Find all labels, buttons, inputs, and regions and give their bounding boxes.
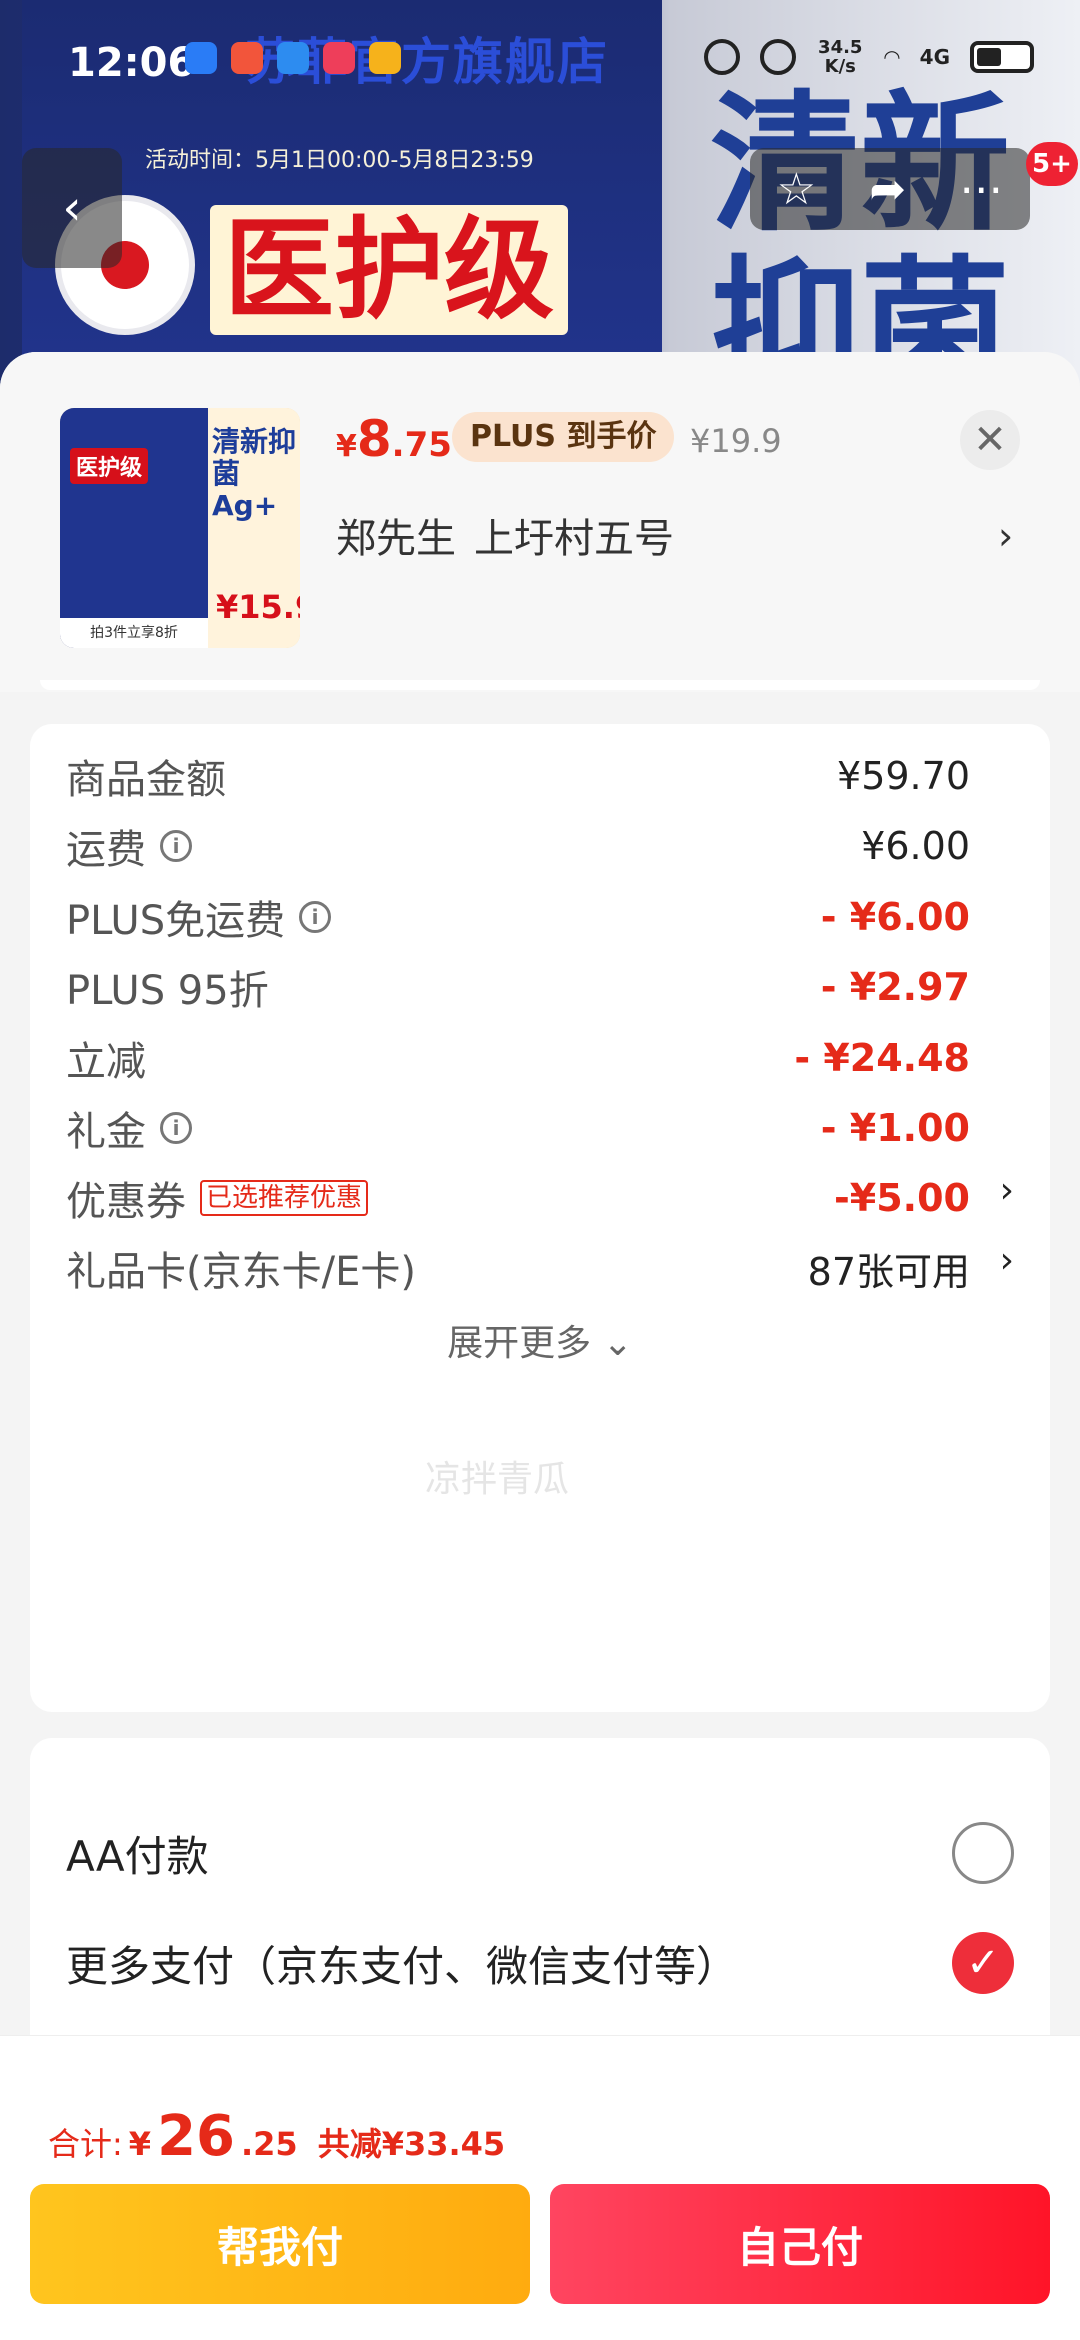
chevron-right-icon[interactable]: › (998, 514, 1013, 558)
summary-row[interactable]: 礼金 i - ¥1.00 (66, 1098, 970, 1158)
price-summary-card: 商品金额 ¥59.70 运费 i ¥6.00 PLUS免运费 i - ¥6.00 PLUS 95… (30, 724, 1050, 1712)
banner-slogan: 医护级 (210, 205, 568, 335)
app-notification-icon (369, 42, 401, 74)
alarm-icon (760, 39, 797, 75)
summary-row[interactable]: PLUS免运费 i - ¥6.00 (66, 887, 970, 947)
summary-row-label: 礼金 (66, 1109, 146, 1155)
summary-row: PLUS 95折 - ¥2.97 (66, 957, 970, 1017)
summary-row-label: 运费 (66, 827, 146, 874)
total-int: 26 (157, 2104, 235, 2169)
message-badge: 5+ (1026, 142, 1078, 186)
watermark-text: 凉拌青瓜 (425, 1459, 570, 1500)
thumb-price: ¥15.9 (216, 588, 300, 626)
wifi-icon: ◠ (884, 45, 900, 69)
eye-icon (704, 39, 741, 75)
summary-row-value: - ¥1.00 (820, 1106, 970, 1150)
app-notification-icon (231, 42, 263, 74)
total-currency: ¥ (128, 2125, 152, 2163)
summary-row-label: 商品金额 (66, 757, 226, 803)
battery-icon (970, 41, 1034, 73)
summary-row-value: - ¥6.00 (820, 894, 970, 939)
net-speed: 34.5 K/s (818, 37, 863, 77)
summary-row: 立减 - ¥24.48 (66, 1028, 970, 1088)
plus-price: ¥8.75 (336, 410, 452, 468)
close-icon: ✕ (973, 417, 1007, 463)
chevron-down-icon: ⌄ (602, 1323, 633, 1364)
summary-row-value: - ¥24.48 (794, 1035, 970, 1080)
order-total: 合计: ¥26.25 共减¥33.45 (48, 2104, 505, 2169)
more-payment-option[interactable]: 更多支付（京东支付、微信支付等） ✓ (66, 1928, 1014, 1998)
share-icon[interactable]: ➦ (869, 164, 906, 215)
chevron-left-icon: ‹ (62, 180, 82, 236)
app-notification-icon (323, 42, 355, 74)
product-header: 医护级 清新抑菌Ag+ ¥15.9 拍3件立享8折 ¥8.75 PLUS 到手价… (0, 352, 1080, 692)
more-payment-label: 更多支付（京东支付、微信支付等） (66, 1941, 739, 1991)
info-icon[interactable]: i (299, 900, 332, 933)
giftcard-label: 礼品卡(京东卡/E卡) (66, 1249, 416, 1295)
plus-price-tag: PLUS 到手价 (452, 412, 675, 462)
signal-label: 4G (919, 45, 950, 69)
thumb-side-text: 清新抑菌Ag+ (212, 425, 297, 522)
expand-more-button[interactable]: 展开更多 ⌄ (30, 1314, 1050, 1366)
banner-activity-time: 活动时间：5月1日00:00-5月8日23:59 (145, 148, 534, 173)
more-icon[interactable]: ⋯ (959, 164, 1003, 215)
giftcard-value: 87张可用 (807, 1249, 970, 1294)
summary-row-value: ¥6.00 (861, 824, 970, 869)
header-actions: ☆ ➦ ⋯ (750, 148, 1030, 230)
summary-row[interactable]: 运费 i ¥6.00 (66, 816, 970, 876)
aa-payment-option[interactable]: AA付款 (66, 1818, 1014, 1888)
close-button[interactable]: ✕ (960, 410, 1020, 470)
pay-myself-button[interactable]: 自己付 (550, 2184, 1050, 2304)
summary-row-label: PLUS 95折 (66, 968, 269, 1015)
help-me-pay-button[interactable]: 帮我付 (30, 2184, 530, 2304)
coupon-label: 优惠券 (66, 1179, 186, 1225)
original-price: ¥19.9 (690, 422, 782, 460)
address-text: 上圩村五号 (474, 516, 674, 562)
back-button[interactable]: ‹ (22, 148, 122, 268)
summary-row-value: ¥59.70 (837, 754, 970, 798)
aa-payment-radio[interactable] (952, 1822, 1014, 1884)
more-payment-radio[interactable]: ✓ (952, 1932, 1014, 1994)
giftcard-row[interactable]: 礼品卡(京东卡/E卡) 87张可用 (66, 1238, 970, 1298)
coupon-value: -¥5.00 (834, 1176, 970, 1220)
delivery-address[interactable]: 郑先生 上圩村五号 (336, 506, 692, 564)
summary-row-label: PLUS免运费 (66, 897, 286, 944)
info-icon[interactable]: i (160, 1112, 192, 1144)
shield-app-icon (185, 42, 217, 74)
summary-row: 商品金额 ¥59.70 (66, 746, 970, 806)
aa-payment-label: AA付款 (66, 1831, 209, 1881)
total-dec: .25 (241, 2125, 298, 2163)
status-time: 12:06 (68, 40, 196, 86)
chevron-right-icon[interactable]: › (1000, 1240, 1014, 1281)
favorite-star-icon[interactable]: ☆ (777, 164, 816, 215)
coupon-row[interactable]: 优惠券 已选推荐优惠 -¥5.00 (66, 1168, 970, 1228)
product-thumbnail[interactable]: 医护级 清新抑菌Ag+ ¥15.9 拍3件立享8折 (60, 408, 300, 648)
thumb-badge: 医护级 (70, 448, 149, 484)
summary-row-value: - ¥2.97 (820, 965, 970, 1010)
status-bar: 12:06 34.5 K/s ◠ 4G (0, 0, 1080, 120)
chevron-right-icon[interactable]: › (1000, 1170, 1014, 1211)
recipient-name: 郑先生 (336, 516, 456, 562)
coupon-tag: 已选推荐优惠 (200, 1180, 369, 1216)
info-icon[interactable]: i (160, 830, 192, 863)
status-right: 34.5 K/s ◠ 4G (704, 38, 1034, 76)
thumb-footer: 拍3件立享8折 (60, 618, 208, 648)
notification-icons (185, 42, 401, 74)
weather-app-icon (277, 42, 309, 74)
total-saved: 共减¥33.45 (317, 2125, 506, 2163)
checkout-bottom-bar: 合计: ¥26.25 共减¥33.45 帮我付 自己付 (0, 2035, 1080, 2340)
expand-more-label: 展开更多 (447, 1323, 592, 1364)
total-label: 合计: (48, 2125, 123, 2163)
checkmark-icon: ✓ (966, 1940, 1000, 1986)
summary-row-label: 立减 (66, 1038, 146, 1085)
